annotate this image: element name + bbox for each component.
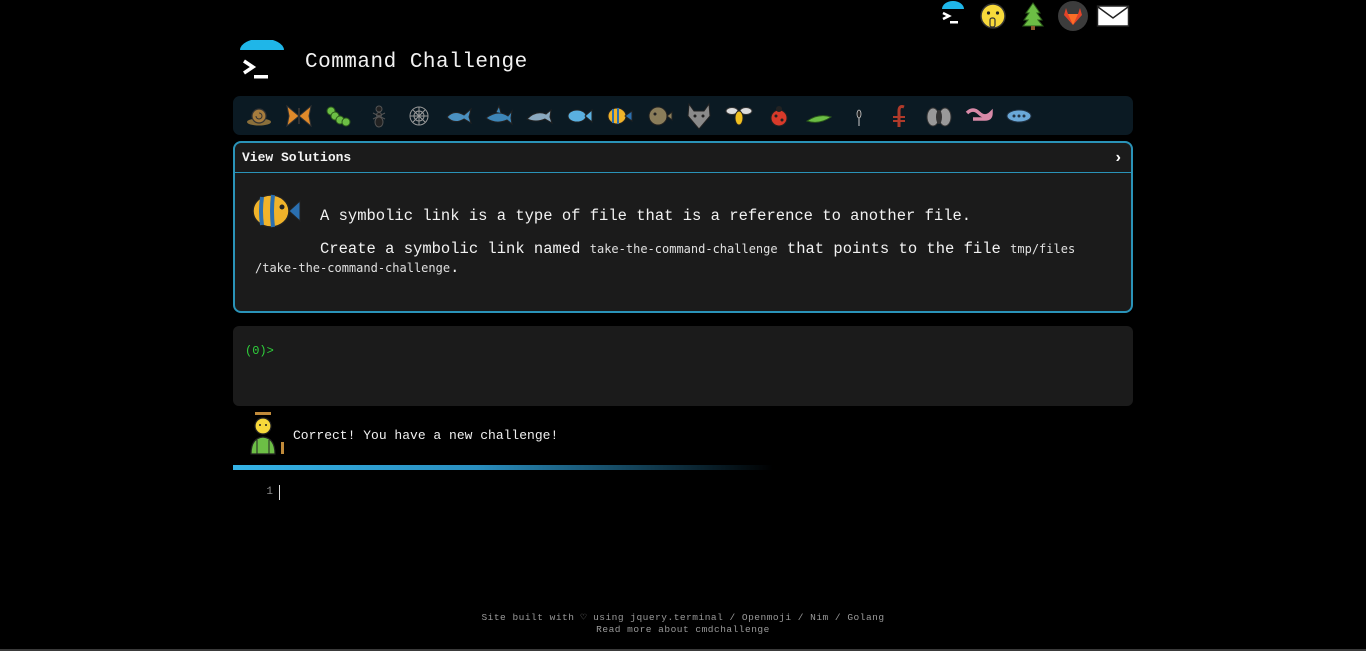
scorpion-icon[interactable] [879,98,919,134]
microbe-icon[interactable] [999,98,1039,134]
golang-link[interactable]: Golang [847,612,884,623]
footer-prefix: Site built with ♡ using [481,612,631,623]
task-text-c: . [450,259,460,277]
ant-icon[interactable] [359,98,399,134]
logo-icon[interactable] [237,38,287,84]
footer-sep: / [791,612,811,623]
blowfish-icon[interactable] [639,98,679,134]
link-name-code: take-the-command-challenge [589,242,778,256]
bee-icon[interactable] [719,98,759,134]
tree-icon[interactable] [1016,0,1050,32]
read-more-link[interactable]: Read more about cmdchallenge [596,624,770,635]
person-icon [245,412,289,456]
terminal[interactable]: (0)> [233,326,1133,406]
chevron-right-icon[interactable]: › [1113,149,1123,167]
caterpillar-icon[interactable] [319,98,359,134]
snail-icon[interactable] [239,98,279,134]
worm-icon[interactable] [959,98,999,134]
wolf-icon[interactable] [679,98,719,134]
challenge-task: Create a symbolic link named take-the-co… [255,240,1115,278]
ladybug-icon[interactable] [759,98,799,134]
terminal-icon[interactable] [936,0,970,32]
whale-icon[interactable] [439,98,479,134]
tropical-fish-icon [247,187,301,235]
fly-icon[interactable] [919,98,959,134]
footer: Site built with ♡ using jquery.terminal … [0,612,1366,636]
view-solutions-label: View Solutions [242,150,352,165]
progress-bar [233,465,773,470]
shark-icon[interactable] [479,98,519,134]
mail-icon[interactable] [1096,0,1130,32]
editor[interactable]: 1 [233,482,280,502]
jquery-terminal-link[interactable]: jquery.terminal [630,612,723,623]
feedback-text: Correct! You have a new challenge! [293,428,559,443]
feedback-message: Correct! You have a new challenge! [245,412,558,456]
view-solutions-toggle[interactable]: View Solutions › [235,143,1131,173]
tropical-fish-icon[interactable] [599,98,639,134]
gitlab-icon[interactable] [1056,0,1090,32]
openmoji-link[interactable]: Openmoji [742,612,792,623]
challenge-creature-bar [233,96,1133,135]
shushing-face-icon[interactable] [976,0,1010,32]
footer-credits: Site built with ♡ using jquery.terminal … [0,612,1366,624]
spider-web-icon[interactable] [399,98,439,134]
challenge-panel: View Solutions › A symbolic link is a ty… [233,141,1133,313]
dolphin-icon[interactable] [519,98,559,134]
page-header: Command Challenge [237,38,528,84]
task-text-b: that points to the file [777,240,1011,258]
terminal-prompt: (0)> [245,344,274,358]
mosquito-icon[interactable] [839,98,879,134]
text-cursor [279,484,280,500]
cricket-icon[interactable] [799,98,839,134]
top-nav [936,0,1130,32]
fish-icon[interactable] [559,98,599,134]
challenge-intro: A symbolic link is a type of file that i… [320,207,972,225]
task-text-a: Create a symbolic link named [320,240,590,258]
footer-sep: / [828,612,848,623]
butterfly-icon[interactable] [279,98,319,134]
page-title: Command Challenge [305,50,528,74]
line-number: 1 [266,486,273,498]
nim-link[interactable]: Nim [810,612,829,623]
footer-sep: / [723,612,742,623]
